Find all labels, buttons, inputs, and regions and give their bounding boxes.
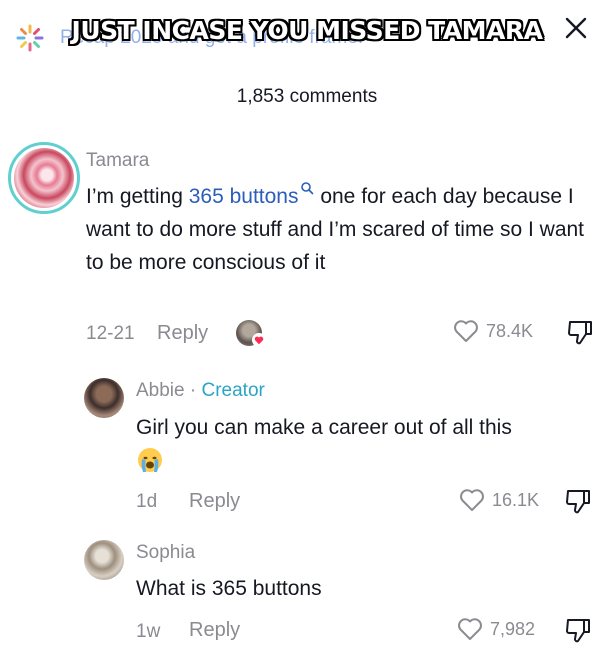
heart-icon [458, 618, 482, 640]
dislike-icon[interactable] [564, 487, 592, 515]
close-icon[interactable] [562, 14, 590, 42]
comment-date: 1w [136, 621, 161, 642]
like-count: 7,982 [490, 618, 536, 639]
comment-text-before: I’m getting [86, 185, 189, 208]
search-icon[interactable] [300, 181, 314, 195]
avatar[interactable] [8, 142, 80, 214]
reply-button[interactable]: Reply [189, 619, 240, 642]
heart-icon [454, 320, 478, 342]
overlay-caption: JUST INCASE YOU MISSED TAMARA [71, 16, 543, 45]
heart-badge-icon [252, 333, 266, 347]
author-separator: · [189, 380, 197, 401]
like-count: 78.4K [486, 320, 534, 341]
like-button[interactable]: 78.4K [452, 318, 533, 344]
like-button[interactable]: 16.1K [458, 487, 539, 513]
like-button[interactable]: 7,982 [456, 616, 535, 642]
author-name: Abbie [136, 380, 185, 401]
comment-author[interactable]: Tamara [86, 150, 149, 172]
comment-date: 1d [136, 491, 158, 512]
comment-text: Girl you can make a career out of all th… [136, 416, 512, 439]
comment-text: I’m getting 365 buttons one for each day… [86, 180, 586, 279]
comment-date: 12-21 [86, 323, 135, 344]
avatar[interactable] [84, 540, 124, 580]
reply-button[interactable]: Reply [189, 490, 240, 513]
dislike-icon[interactable] [566, 318, 594, 346]
search-link[interactable]: 365 buttons [189, 185, 299, 208]
avatar[interactable] [84, 378, 124, 418]
comment-text: What is 365 buttons [136, 577, 322, 600]
creator-tag: Creator [201, 380, 265, 401]
crying-face-emoji [138, 448, 162, 472]
comment-author[interactable]: Abbie · Creator [136, 380, 265, 402]
like-count: 16.1K [492, 489, 540, 510]
reply-button[interactable]: Reply [157, 322, 208, 345]
comment-count: 1,853 comments [236, 86, 378, 107]
heart-icon [460, 489, 484, 511]
comment-author[interactable]: Sophia [136, 542, 195, 564]
dislike-icon[interactable] [564, 616, 592, 644]
